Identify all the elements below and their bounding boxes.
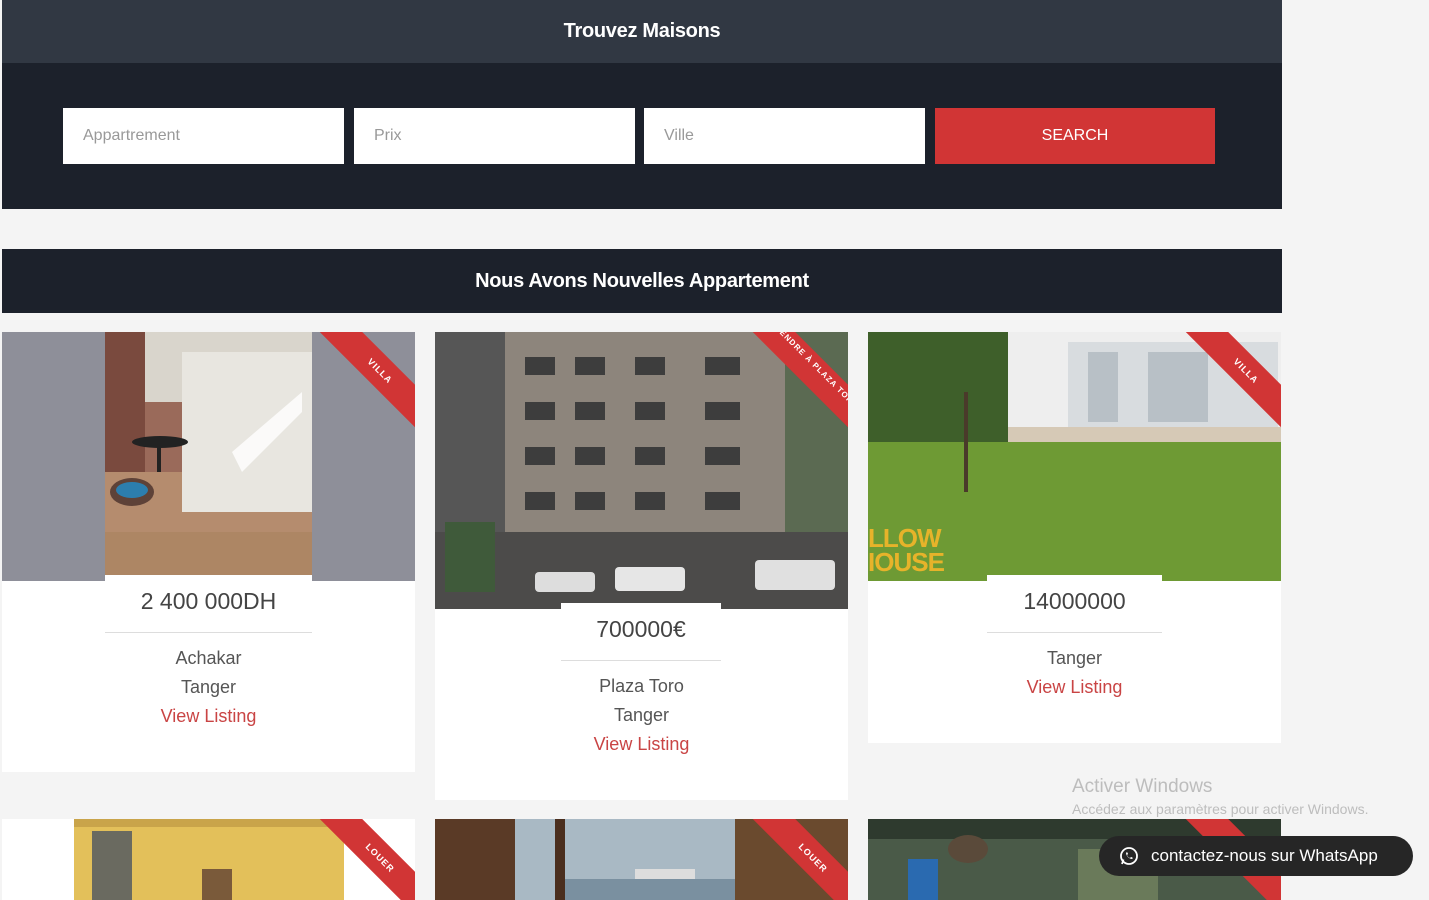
listing-image[interactable]: LOUER bbox=[2, 819, 415, 900]
section-title: Nous Avons Nouvelles Appartement bbox=[2, 249, 1282, 313]
listing-area: Achakar bbox=[175, 648, 242, 668]
price-divider bbox=[987, 632, 1162, 633]
listing-image[interactable]: VILLA bbox=[2, 332, 415, 581]
listing-details: Plaza Toro Tanger View Listing bbox=[435, 672, 848, 759]
whatsapp-icon bbox=[1120, 847, 1138, 865]
activation-title: Activer Windows bbox=[1072, 776, 1213, 797]
watermark-text: IOUSE bbox=[868, 547, 945, 577]
ribbon-label: LOUER bbox=[309, 819, 415, 900]
windows-activation-watermark: Activer Windows Accédez aux paramètres p… bbox=[1072, 776, 1368, 817]
listing-card[interactable]: VENDRE À PLAZA TORO 700000€ Plaza Toro T… bbox=[435, 332, 848, 800]
view-listing-link[interactable]: View Listing bbox=[435, 730, 848, 759]
price-divider bbox=[561, 660, 721, 661]
listing-ribbon: VILLA bbox=[1171, 332, 1281, 442]
listing-area: Plaza Toro bbox=[599, 676, 684, 696]
price-divider bbox=[105, 632, 312, 633]
search-section: Trouvez Maisons SEARCH bbox=[2, 0, 1282, 209]
listing-city: Tanger bbox=[1046, 648, 1103, 668]
ribbon-label: VILLA bbox=[309, 332, 415, 442]
listing-city: Tanger bbox=[180, 677, 237, 697]
listing-details: Achakar Tanger View Listing bbox=[2, 644, 415, 731]
ribbon-label: LOUER bbox=[742, 819, 848, 900]
listing-details: Tanger View Listing bbox=[868, 644, 1281, 702]
listing-ribbon: VENDRE À PLAZA TORO bbox=[738, 332, 848, 442]
listing-price: 2 400 000DH bbox=[105, 575, 312, 627]
listing-city: Tanger bbox=[613, 705, 670, 725]
activation-subtitle: Accédez aux paramètres pour activer Wind… bbox=[1072, 801, 1369, 817]
view-listing-link[interactable]: View Listing bbox=[868, 673, 1281, 702]
image-watermark: LLOW IOUSE bbox=[868, 525, 945, 577]
price-input[interactable] bbox=[354, 108, 635, 164]
listing-image[interactable]: VENDRE À PLAZA TORO bbox=[435, 332, 848, 609]
whatsapp-label: contactez-nous sur WhatsApp bbox=[1151, 846, 1378, 865]
listing-ribbon: LOUER bbox=[738, 819, 848, 900]
listing-price: 14000000 bbox=[987, 575, 1162, 627]
ribbon-label: VENDRE À PLAZA TORO bbox=[742, 332, 848, 442]
listing-card[interactable]: LOUER bbox=[435, 819, 848, 900]
city-input[interactable] bbox=[644, 108, 925, 164]
search-button[interactable]: SEARCH bbox=[935, 108, 1215, 164]
property-type-input[interactable] bbox=[63, 108, 344, 164]
listing-card[interactable]: LOUER bbox=[2, 819, 415, 900]
listing-ribbon: VILLA bbox=[305, 332, 415, 442]
listing-ribbon: LOUER bbox=[305, 819, 415, 900]
search-header: Trouvez Maisons bbox=[2, 0, 1282, 63]
listing-card[interactable]: LLOW IOUSE VILLA 14000000 Tanger View Li… bbox=[868, 332, 1281, 743]
listing-price: 700000€ bbox=[561, 603, 721, 655]
listing-image[interactable]: LOUER bbox=[435, 819, 848, 900]
listing-card[interactable]: VILLA 2 400 000DH Achakar Tanger View Li… bbox=[2, 332, 415, 772]
whatsapp-contact-button[interactable]: contactez-nous sur WhatsApp bbox=[1099, 836, 1413, 876]
view-listing-link[interactable]: View Listing bbox=[2, 702, 415, 731]
ribbon-label: VILLA bbox=[1175, 332, 1281, 442]
listing-image[interactable]: LLOW IOUSE VILLA bbox=[868, 332, 1281, 581]
